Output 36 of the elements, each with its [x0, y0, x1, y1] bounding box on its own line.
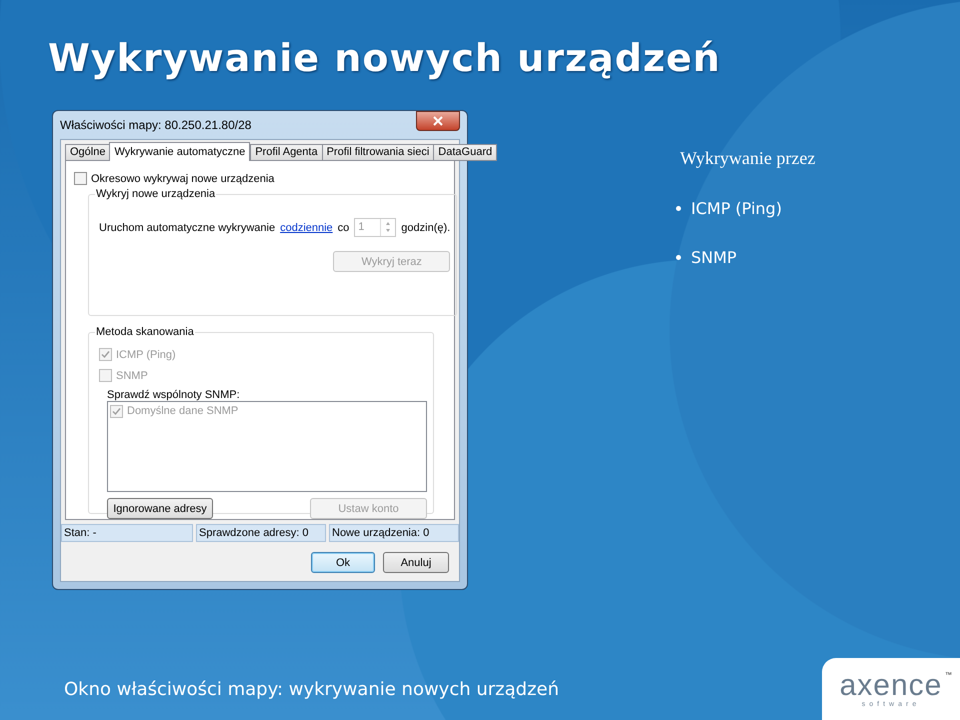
status-cell: Stan: -	[61, 524, 193, 542]
checkbox-label: Okresowo wykrywaj nowe urządzenia	[91, 172, 274, 184]
close-button[interactable]	[416, 111, 460, 131]
dialog-button[interactable]: Anuluj	[383, 552, 449, 573]
tab[interactable]: Profil Agenta	[250, 144, 323, 161]
tab[interactable]: Profil filtrowania sieci	[322, 144, 434, 161]
schedule-label: Uruchom automatyczne wykrywanie	[99, 222, 276, 234]
window-title: Właściwości mapy: 80.250.21.80/28	[60, 118, 252, 132]
bullet-text: ICMP (Ping)	[691, 199, 782, 218]
bullets-heading: Wykrywanie przez	[680, 148, 816, 169]
communities-label: Sprawdź wspólnoty SNMP:	[107, 389, 241, 401]
bullet-text: SNMP	[691, 248, 737, 267]
tab[interactable]: Wykrywanie automatyczne	[109, 142, 250, 161]
checkmark-icon	[101, 350, 110, 359]
dialog-button[interactable]: Ignorowane adresy	[107, 498, 213, 519]
slide-title: Wykrywanie nowych urządzeń	[47, 35, 722, 82]
logo-wordmark: axence	[840, 670, 942, 700]
checkmark-icon	[112, 406, 121, 416]
dialog-button[interactable]: Ok	[311, 552, 375, 573]
checkbox-label: ICMP (Ping)	[116, 348, 176, 360]
close-icon	[433, 116, 443, 126]
bullet-dot-icon	[676, 255, 681, 260]
slide-caption: Okno właściwości mapy: wykrywanie nowych urządzeń	[64, 679, 559, 700]
every-label: co	[338, 222, 350, 234]
tab[interactable]: DataGuard	[433, 144, 498, 161]
checkbox-label: SNMP	[116, 370, 148, 382]
group-legend: Metoda skanowania	[95, 326, 195, 338]
checkbox-label: Domyślne dane SNMP	[127, 405, 238, 417]
hours-label: godzin(ę).	[401, 222, 450, 234]
frequency-link[interactable]: codziennie	[280, 222, 333, 234]
status-cell: Nowe urządzenia: 0	[329, 524, 460, 542]
bullet-dot-icon	[676, 206, 681, 211]
tab[interactable]: Ogólne	[65, 144, 110, 161]
checkbox[interactable]	[74, 172, 87, 185]
group-legend: Wykryj nowe urządzenia	[95, 188, 216, 200]
status-cell: Sprawdzone adresy: 0	[196, 524, 326, 542]
